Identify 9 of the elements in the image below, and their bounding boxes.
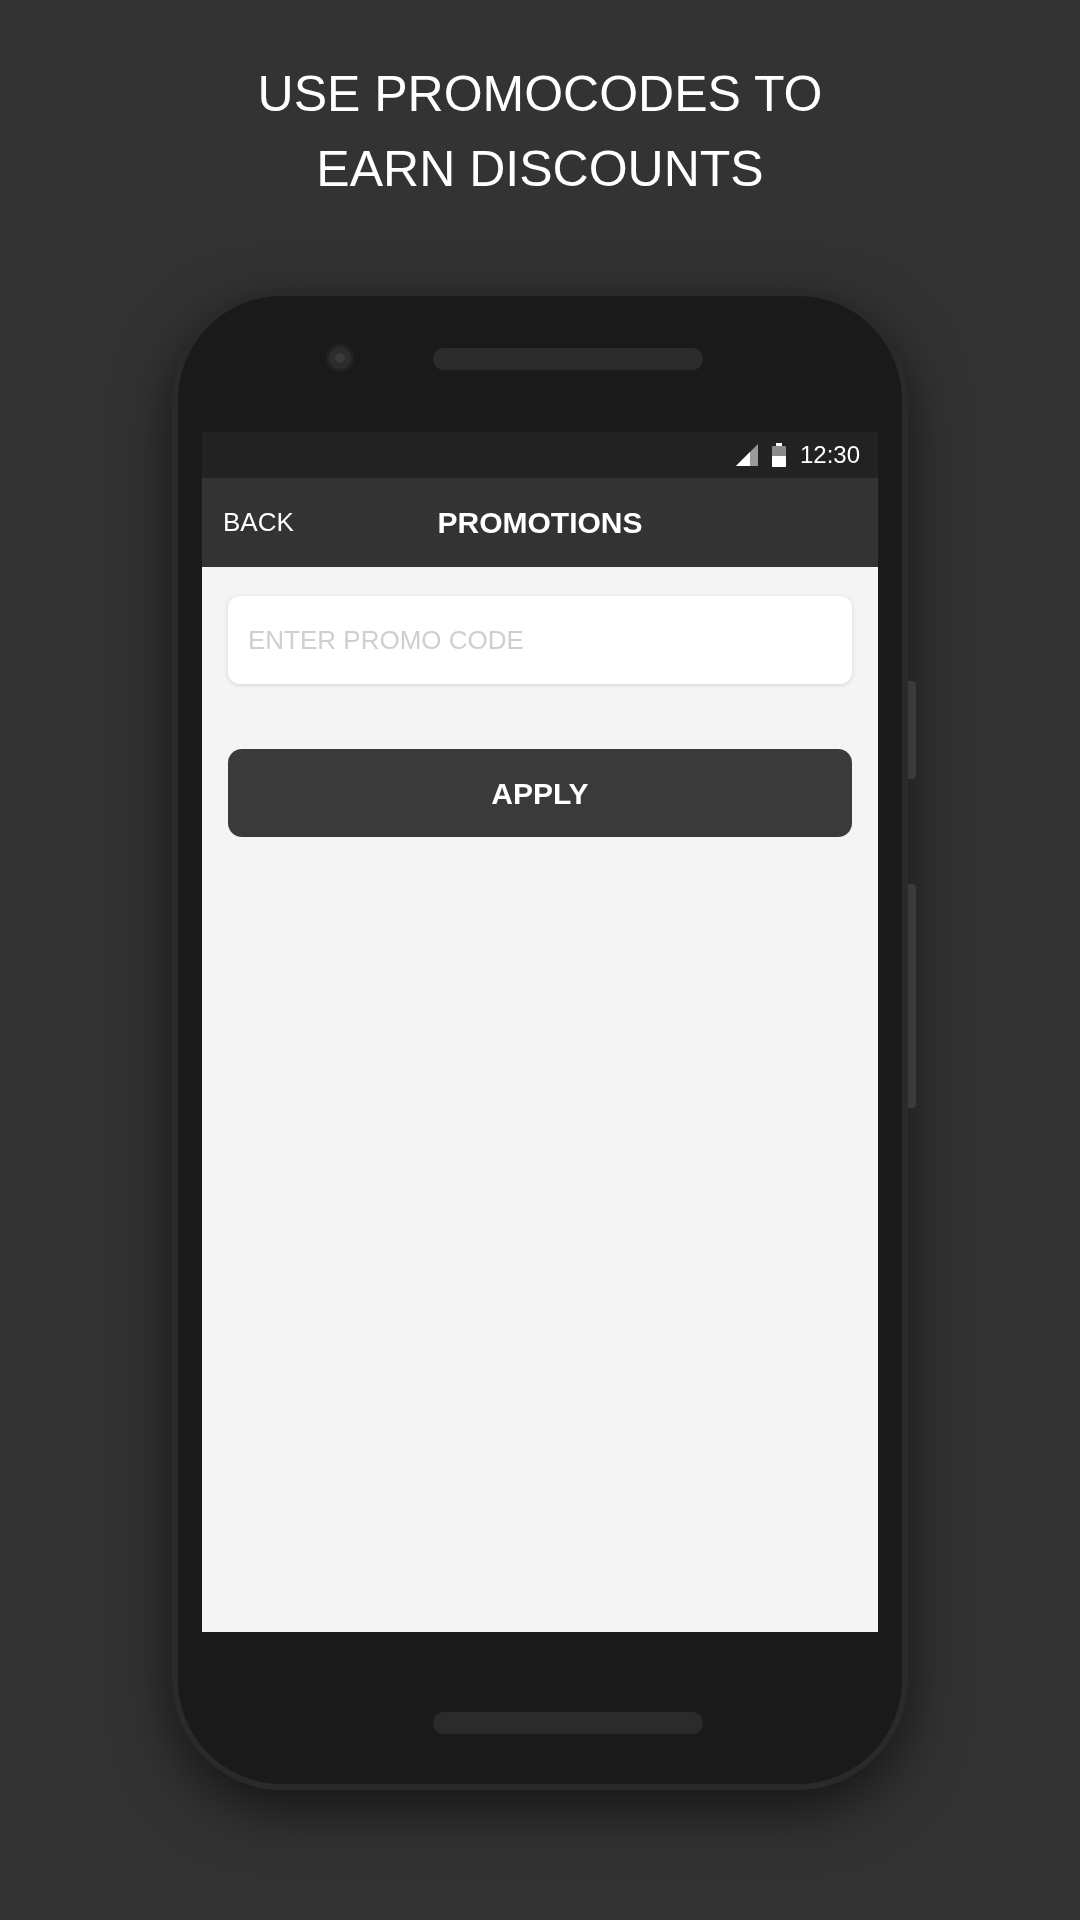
apply-button[interactable]: APPLY: [228, 749, 852, 837]
headline-text: EARN DISCOUNTS: [316, 140, 764, 199]
status-time: 12:30: [799, 440, 860, 470]
back-button[interactable]: BACK: [223, 503, 294, 542]
signal-icon: [735, 444, 758, 466]
headline-text: USE PROMOCODES TO: [257, 65, 823, 124]
camera-icon: [326, 344, 354, 372]
battery-icon: [771, 443, 786, 467]
screen-title: PROMOTIONS: [437, 505, 643, 541]
